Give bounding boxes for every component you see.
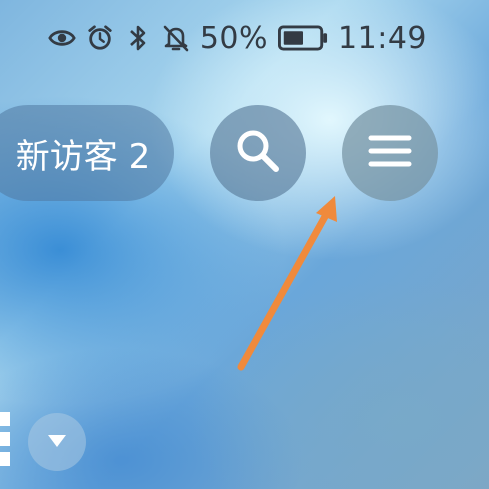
- annotation-arrow: [237, 196, 337, 371]
